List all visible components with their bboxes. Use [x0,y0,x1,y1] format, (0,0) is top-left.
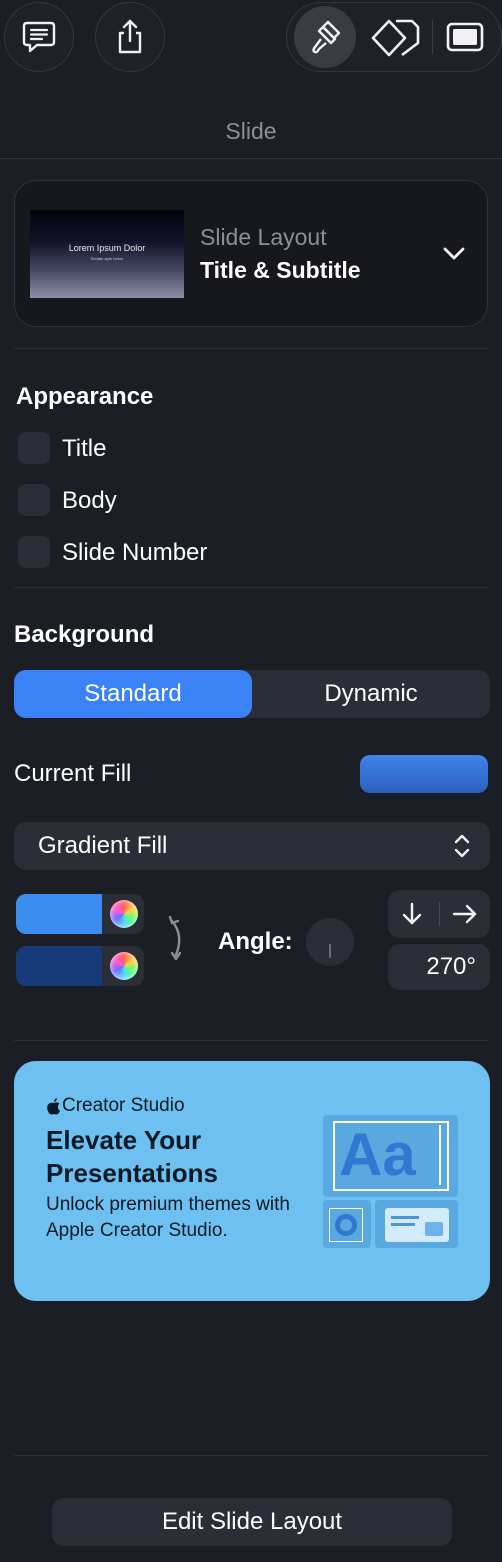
diamond-icon [371,19,420,57]
appearance-heading: Appearance [16,383,154,410]
arrow-down-icon[interactable] [398,900,426,928]
ring-shape-icon [335,1214,357,1236]
slide-number-checkbox[interactable] [18,536,50,568]
thumbnail-subtitle: Sedate apte lorem [90,256,124,261]
footer-divider [14,1455,488,1456]
sample-text-glyph: Aa [339,1121,416,1188]
title-checkbox-label: Title [62,435,107,462]
card-tile [375,1200,458,1248]
gradient-stop-2[interactable] [16,946,144,986]
shape-tile [323,1200,371,1248]
panel-title: Slide [225,118,277,144]
format-tab[interactable] [294,6,356,68]
comment-bubble-icon [22,21,56,53]
body-checkbox[interactable] [18,484,50,516]
background-heading: Background [14,621,155,648]
edit-slide-layout-button[interactable]: Edit Slide Layout [52,1498,452,1546]
share-icon [118,19,142,54]
direction-divider [439,902,440,926]
current-fill-swatch[interactable] [360,755,488,793]
promo-body: Unlock premium themes with Apple Creator… [46,1194,290,1241]
section-divider [14,348,488,349]
segment-dynamic[interactable]: Dynamic [252,670,490,718]
apple-logo-icon [46,1097,62,1120]
updown-chevron-icon [450,832,474,860]
document-tab[interactable] [444,18,486,56]
header-divider [0,158,502,159]
stop-1-color[interactable] [16,894,102,934]
slide-icon [446,22,484,52]
angle-knob[interactable] [306,918,354,966]
title-checkbox[interactable] [18,432,50,464]
layout-thumbnail: Lorem Ipsum Dolor Sedate apte lorem [30,210,184,298]
layout-label: Slide Layout [200,224,327,250]
arrow-right-icon[interactable] [450,900,480,928]
swap-colors-icon[interactable] [162,914,188,964]
section-divider [14,587,488,588]
chevron-down-icon[interactable] [440,242,468,266]
animate-tab[interactable] [370,15,420,61]
angle-label: Angle: [218,928,293,955]
promo-headline: Elevate Your Presentations [46,1125,218,1188]
current-fill-label: Current Fill [14,760,132,787]
toolbar-divider [432,20,433,54]
gradient-stop-1[interactable] [16,894,144,934]
text-cursor [439,1125,441,1185]
fill-type-value: Gradient Fill [38,832,168,859]
stop-2-color[interactable] [16,946,102,986]
angle-knob-indicator [329,944,331,958]
slide-number-checkbox-label: Slide Number [62,539,208,566]
layout-value: Title & Subtitle [200,257,361,283]
color-wheel-icon[interactable] [110,952,138,980]
share-button[interactable] [95,2,165,72]
promo-illustration-top: Aa [323,1115,458,1197]
paintbrush-icon [312,20,341,54]
promo-brand: Creator Studio [62,1095,185,1116]
angle-input[interactable]: 270° [388,944,490,990]
segment-standard[interactable]: Standard [14,670,252,718]
thumbnail-title: Lorem Ipsum Dolor [68,243,146,253]
comment-button[interactable] [4,2,74,72]
media-card-icon [385,1208,449,1242]
body-checkbox-label: Body [62,487,117,514]
color-wheel-icon[interactable] [110,900,138,928]
section-divider [14,1040,488,1041]
